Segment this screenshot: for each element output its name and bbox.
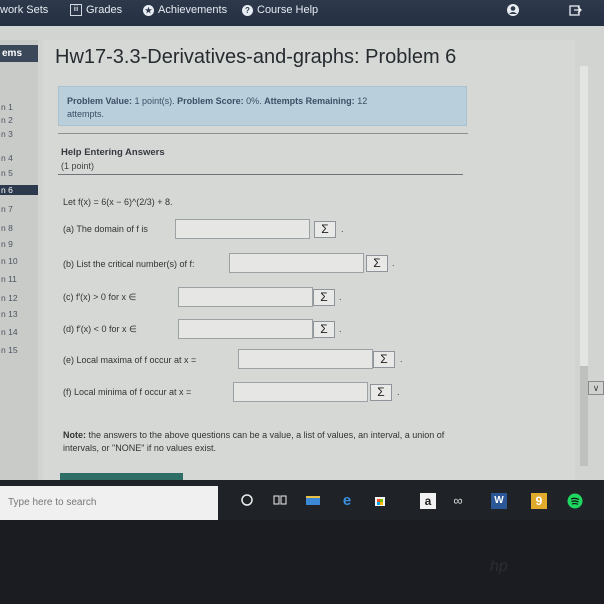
value-text: 1 point(s). (134, 96, 175, 106)
help-icon: ? (242, 4, 253, 16)
nav-course-help[interactable]: ? Course Help (242, 4, 318, 16)
task-view-icon[interactable] (272, 493, 288, 509)
sidebar-item-problem-7[interactable]: n 7 (1, 204, 13, 214)
question-b-label: (b) List the critical number(s) of f: (63, 259, 195, 269)
attempts-suffix: attempts. (67, 109, 105, 119)
star-icon: ★ (143, 4, 154, 16)
laptop-bezel (0, 520, 604, 604)
score-label: Problem Score: (177, 96, 244, 106)
browser-screen: ems n 1 n 2 n 3 n 4 n 5 n 6 n 7 n 8 n 9 … (0, 26, 604, 483)
equation-editor-a-button[interactable]: Σ (314, 221, 336, 238)
nav-label: Course Help (257, 4, 319, 16)
sidebar-heading: ems (0, 45, 38, 62)
page-title: Hw17-3.3-Derivatives-and-graphs: Problem… (55, 46, 457, 68)
scrollbar-thumb[interactable] (580, 66, 588, 366)
divider (58, 133, 468, 134)
chevron-down-icon[interactable]: ∨ (588, 381, 604, 395)
points-label: (1 point) (61, 161, 95, 171)
top-nav-bar: work Sets iii Grades ★ Achievements ? Co… (0, 0, 604, 26)
equation-editor-e-button[interactable]: Σ (373, 351, 395, 368)
question-f-label: (f) Local minima of f occur at x = (63, 387, 192, 397)
grades-icon: iii (70, 4, 82, 16)
nav-label: Achievements (158, 4, 228, 16)
attempts-text: 12 (357, 96, 368, 106)
nav-achievements[interactable]: ★ Achievements (143, 4, 227, 16)
sidebar-item-problem-4[interactable]: n 4 (1, 153, 13, 163)
amazon-icon[interactable]: a (420, 493, 436, 509)
problem-sidebar: ems n 1 n 2 n 3 n 4 n 5 n 6 n 7 n 8 n 9 … (0, 40, 38, 480)
sidebar-item-problem-2[interactable]: n 2 (1, 115, 13, 125)
question-c-label: (c) f′(x) > 0 for x ∈ (63, 292, 137, 302)
answer-c-input[interactable] (178, 287, 313, 307)
logout-icon[interactable] (568, 3, 582, 17)
answer-b-input[interactable] (229, 253, 364, 273)
chrome-icon[interactable]: 9 (531, 493, 547, 509)
sidebar-item-problem-10[interactable]: n 10 (1, 256, 18, 266)
answer-format-note: Note: the answers to the above questions… (63, 429, 473, 455)
cortana-icon[interactable] (239, 493, 255, 509)
user-icon[interactable] (506, 3, 520, 17)
period: . (341, 224, 344, 234)
sidebar-item-problem-11[interactable]: n 11 (1, 274, 17, 284)
word-icon[interactable]: W (491, 493, 507, 509)
sidebar-item-problem-3[interactable]: n 3 (1, 129, 13, 139)
sidebar-item-problem-15[interactable]: n 15 (1, 345, 18, 355)
sidebar-item-problem-9[interactable]: n 9 (1, 239, 13, 249)
question-a-label: (a) The domain of f is (63, 224, 148, 234)
question-d-label: (d) f′(x) < 0 for x ∈ (63, 324, 137, 334)
hp-logo-icon: hp (490, 558, 508, 575)
answer-a-input[interactable] (175, 219, 310, 239)
equation-editor-d-button[interactable]: Σ (313, 321, 335, 338)
question-e-label: (e) Local maxima of f occur at x = (63, 355, 197, 365)
period: . (400, 354, 403, 364)
period: . (339, 292, 342, 302)
windows-taskbar: Type here to search e a ∞ W 9 (0, 480, 604, 520)
answer-f-input[interactable] (233, 382, 368, 402)
nav-homework-sets[interactable]: work Sets (0, 4, 48, 16)
equation-editor-c-button[interactable]: Σ (313, 289, 335, 306)
spotify-icon[interactable] (567, 493, 583, 509)
sidebar-item-problem-1[interactable]: n 1 (1, 102, 13, 112)
taskbar-search-input[interactable]: Type here to search (0, 486, 218, 520)
note-label: Note: (63, 430, 86, 440)
equation-editor-b-button[interactable]: Σ (366, 255, 388, 272)
file-explorer-icon[interactable] (305, 493, 321, 509)
answer-d-input[interactable] (178, 319, 313, 339)
problem-info-box: Problem Value: 1 point(s). Problem Score… (58, 86, 467, 126)
sidebar-item-problem-8[interactable]: n 8 (1, 223, 13, 233)
sidebar-item-problem-12[interactable]: n 12 (1, 293, 18, 303)
help-entering-answers-link[interactable]: Help Entering Answers (61, 147, 165, 158)
value-label: Problem Value: (67, 96, 133, 106)
note-text: the answers to the above questions can b… (63, 430, 445, 453)
problem-content: Hw17-3.3-Derivatives-and-graphs: Problem… (43, 40, 575, 483)
divider (58, 174, 463, 175)
period: . (397, 387, 400, 397)
sidebar-item-problem-6[interactable]: n 6 (0, 185, 38, 195)
nav-grades[interactable]: iii Grades (70, 4, 122, 16)
sidebar-item-problem-5[interactable]: n 5 (1, 168, 13, 178)
period: . (392, 258, 395, 268)
period: . (339, 324, 342, 334)
score-text: 0%. (246, 96, 262, 106)
sidebar-item-problem-14[interactable]: n 14 (1, 327, 18, 337)
attempts-label: Attempts Remaining: (264, 96, 355, 106)
edge-icon[interactable]: e (339, 493, 355, 509)
problem-statement: Let f(x) = 6(x − 6)^(2/3) + 8. (63, 197, 173, 207)
store-icon[interactable] (372, 493, 388, 509)
nav-label: Grades (86, 4, 123, 16)
answer-e-input[interactable] (238, 349, 373, 369)
link-icon[interactable]: ∞ (450, 493, 466, 509)
equation-editor-f-button[interactable]: Σ (370, 384, 392, 401)
sidebar-item-problem-13[interactable]: n 13 (1, 309, 18, 319)
nav-label: work Sets (0, 4, 49, 16)
